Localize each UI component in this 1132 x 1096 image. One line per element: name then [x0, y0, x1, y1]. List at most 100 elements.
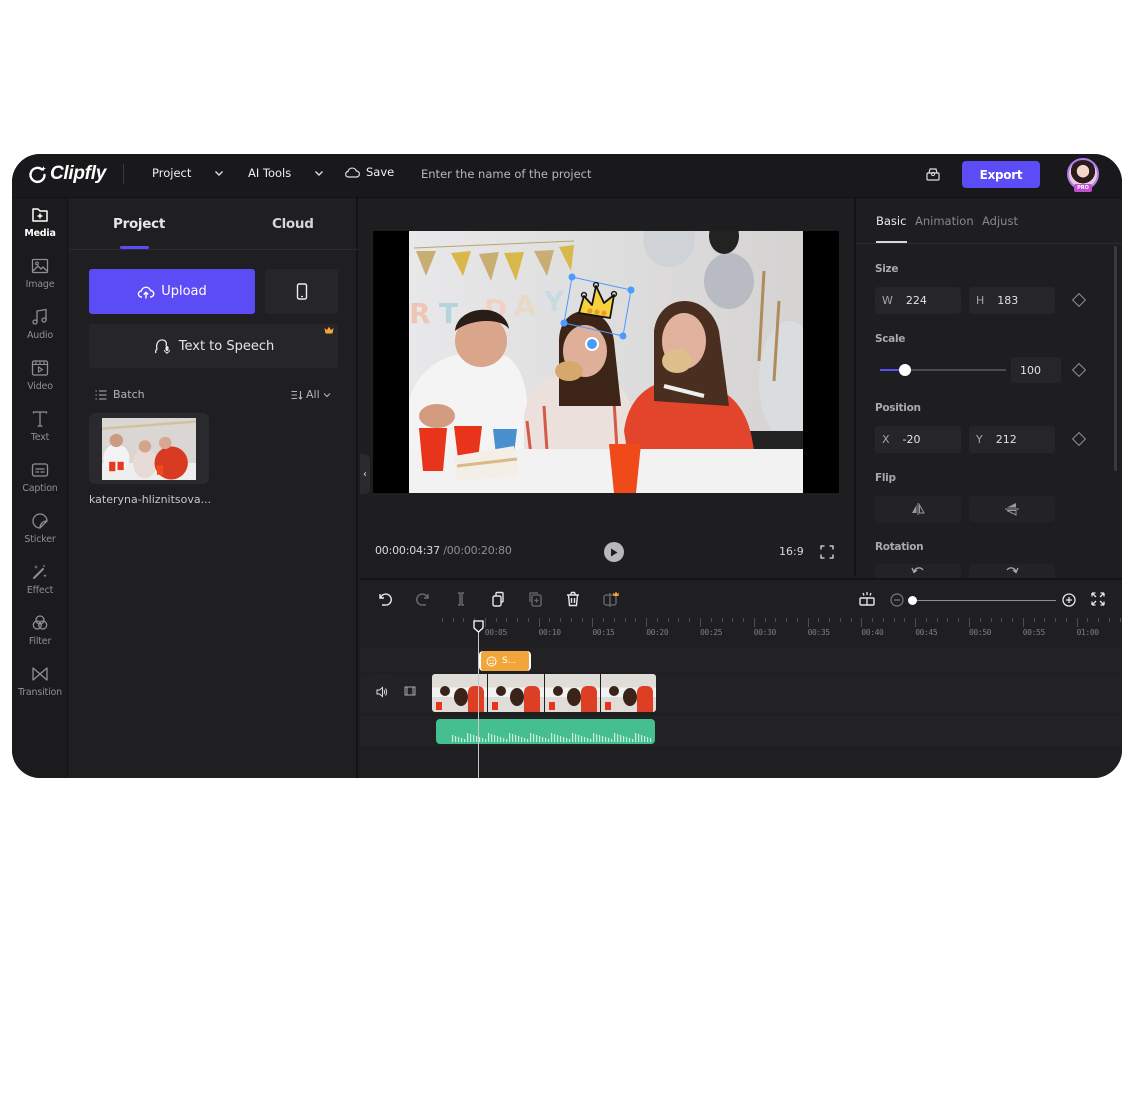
copy-add-icon[interactable]	[527, 590, 545, 608]
play-icon	[611, 548, 618, 556]
waveform-bar	[635, 733, 637, 742]
redo-icon[interactable]	[414, 590, 432, 608]
text-to-speech-button[interactable]: Text to Speech	[89, 324, 338, 368]
zoom-slider-knob[interactable]	[908, 596, 917, 605]
project-name-input[interactable]	[421, 167, 681, 181]
resize-handle[interactable]	[568, 273, 576, 281]
nav-item-image[interactable]: Image	[12, 256, 68, 302]
width-field[interactable]: W 224	[875, 287, 961, 314]
render-queue-icon	[926, 168, 940, 181]
nav-item-caption[interactable]: Caption	[12, 460, 68, 506]
ruler-tick	[527, 618, 529, 622]
flip-vertical-button[interactable]	[969, 496, 1055, 522]
ruler-tick	[958, 618, 960, 622]
scale-input[interactable]: 100	[1011, 357, 1061, 383]
video-clip[interactable]	[432, 674, 656, 712]
nav-item-transition[interactable]: Transition	[12, 664, 68, 710]
position-x-field[interactable]: X -20	[875, 426, 961, 453]
keyframe-diamond-icon[interactable]	[1071, 362, 1087, 378]
media-asset-card[interactable]	[89, 413, 209, 484]
save-button[interactable]: Save	[344, 165, 394, 179]
sticker-clip[interactable]: S...	[479, 651, 531, 671]
waveform-bar	[458, 737, 460, 742]
tab-project[interactable]: Project	[113, 216, 165, 232]
video-frame-image: R T D A Y	[409, 231, 803, 493]
tab-animation[interactable]: Animation	[915, 214, 974, 228]
ruler-tick	[807, 618, 809, 627]
clip-frame	[544, 674, 601, 712]
waveform-bar	[551, 733, 553, 742]
chevron-down-icon	[315, 171, 324, 176]
ruler-tick	[689, 618, 691, 622]
rotate-left-icon	[911, 567, 924, 574]
nav-item-text[interactable]: Text	[12, 409, 68, 455]
nav-item-effect[interactable]: Effect	[12, 562, 68, 608]
mobile-upload-button[interactable]	[265, 269, 338, 314]
clip-frame	[488, 674, 545, 712]
zoom-in-icon[interactable]	[1060, 590, 1078, 608]
ruler-label: 00:05	[484, 628, 507, 637]
waveform-bar	[530, 733, 532, 742]
nav-label: Audio	[26, 330, 53, 341]
sort-filter-dropdown[interactable]: All	[291, 388, 331, 401]
crown-sticker[interactable]	[559, 273, 639, 345]
waveform-bar	[512, 734, 514, 742]
waveform-bar	[647, 737, 649, 742]
nav-label: Sticker	[24, 534, 56, 545]
play-button[interactable]	[604, 542, 624, 562]
ruler-tick	[1076, 618, 1078, 627]
rotate-handle-icon[interactable]	[585, 337, 599, 351]
ruler-tick	[786, 618, 788, 622]
audio-clip[interactable]	[436, 719, 655, 744]
timeline-zoom-slider[interactable]	[908, 596, 1056, 605]
ai-split-icon[interactable]	[602, 590, 620, 608]
tab-basic[interactable]: Basic	[876, 214, 906, 228]
height-field[interactable]: H 183	[969, 287, 1055, 314]
nav-item-video[interactable]: Video	[12, 358, 68, 404]
resize-handle[interactable]	[627, 286, 635, 294]
playhead-handle[interactable]	[473, 620, 484, 633]
svg-text:R: R	[409, 297, 431, 330]
mute-track-button[interactable]	[370, 673, 393, 711]
waveform-bar	[623, 736, 625, 742]
scale-slider-knob[interactable]	[899, 364, 912, 376]
position-y-field[interactable]: Y 212	[969, 426, 1055, 453]
nav-item-filter[interactable]: Filter	[12, 613, 68, 659]
nav-item-media[interactable]: Media	[12, 205, 68, 251]
magnet-snap-icon[interactable]	[858, 590, 876, 608]
tts-label: Text to Speech	[178, 338, 275, 354]
ai-tools-menu[interactable]: AI Tools	[248, 166, 325, 180]
logo[interactable]: Clipfly	[28, 163, 106, 185]
project-menu[interactable]: Project	[152, 166, 225, 180]
timeline-ruler[interactable]: 00:05 00:10 00:15 00:20 00:25 00:30 00:35 00:40…	[432, 618, 1122, 640]
scale-slider[interactable]	[880, 364, 1006, 376]
nav-item-audio[interactable]: Audio	[12, 307, 68, 353]
upload-button[interactable]: Upload	[89, 269, 255, 314]
undo-icon[interactable]	[376, 590, 394, 608]
tab-cloud[interactable]: Cloud	[272, 216, 314, 232]
video-canvas[interactable]: R T D A Y	[373, 231, 839, 493]
flip-horizontal-button[interactable]	[875, 496, 961, 522]
export-button[interactable]: Export	[962, 161, 1040, 188]
resize-handle[interactable]	[560, 319, 568, 327]
waveform-bar	[506, 739, 508, 742]
keyframe-diamond-icon[interactable]	[1071, 292, 1087, 308]
duplicate-icon[interactable]	[489, 590, 507, 608]
fullscreen-icon[interactable]	[820, 545, 834, 559]
zoom-out-icon[interactable]	[888, 590, 906, 608]
ruler-tick	[581, 618, 583, 622]
scrollbar[interactable]	[1114, 246, 1117, 471]
batch-button[interactable]: Batch	[95, 388, 145, 401]
keyframe-diamond-icon[interactable]	[1071, 431, 1087, 447]
nav-item-sticker[interactable]: Sticker	[12, 511, 68, 557]
tab-adjust[interactable]: Adjust	[982, 214, 1018, 228]
collapse-panel-button[interactable]: ‹	[360, 454, 370, 494]
printer-button[interactable]	[924, 166, 944, 186]
split-icon[interactable]	[452, 590, 470, 608]
waveform-bar	[614, 733, 616, 742]
aspect-ratio-selector[interactable]: 16:9	[779, 545, 804, 558]
waveform-bar	[590, 739, 592, 742]
fit-timeline-icon[interactable]	[1089, 590, 1107, 608]
resize-handle[interactable]	[619, 332, 627, 340]
delete-icon[interactable]	[564, 590, 582, 608]
